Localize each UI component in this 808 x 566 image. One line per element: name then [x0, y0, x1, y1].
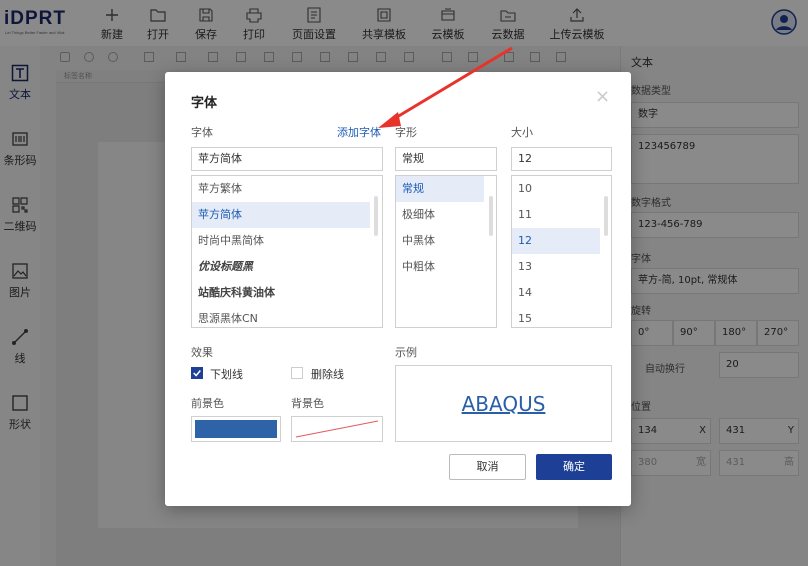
- background-color-picker[interactable]: [291, 416, 383, 442]
- preview-text: ABAQUS: [461, 392, 546, 416]
- size-list-scrollbar[interactable]: [604, 196, 608, 236]
- list-item[interactable]: 常规: [396, 176, 484, 202]
- list-item[interactable]: 苹方繁体: [192, 176, 370, 202]
- font-size-input[interactable]: 12: [511, 147, 612, 171]
- style-column-label: 字形: [395, 126, 417, 139]
- list-item[interactable]: 苹方简体: [192, 202, 370, 228]
- foreground-color-label: 前景色: [191, 397, 224, 410]
- strikeout-checkbox[interactable]: [291, 367, 303, 379]
- no-color-icon: [295, 420, 379, 438]
- background-color-label: 背景色: [291, 397, 324, 410]
- list-item[interactable]: 12: [512, 228, 600, 254]
- cancel-button[interactable]: 取消: [449, 454, 526, 480]
- font-style-input[interactable]: 常规: [395, 147, 497, 171]
- list-item[interactable]: 中粗体: [396, 254, 484, 280]
- list-item[interactable]: 13: [512, 254, 600, 280]
- font-name-list[interactable]: 苹方繁体 苹方简体 时尚中黑简体 优设标题黑 站酷庆科黄油体 思源黑体CN: [191, 175, 383, 328]
- font-list-scrollbar[interactable]: [374, 196, 378, 236]
- add-font-link[interactable]: 添加字体: [337, 124, 381, 140]
- list-item[interactable]: 思源黑体CN: [192, 306, 370, 327]
- close-icon[interactable]: ×: [595, 88, 610, 106]
- list-item[interactable]: 极细体: [396, 202, 484, 228]
- check-icon: [193, 370, 201, 377]
- list-item[interactable]: 14: [512, 280, 600, 306]
- list-item[interactable]: 15: [512, 306, 600, 327]
- list-item[interactable]: 10: [512, 176, 600, 202]
- effects-label: 效果: [191, 346, 213, 359]
- underline-label: 下划线: [210, 368, 243, 381]
- font-style-list[interactable]: 常规 极细体 中黑体 中粗体: [395, 175, 497, 328]
- list-item[interactable]: 中黑体: [396, 228, 484, 254]
- dialog-title: 字体: [191, 96, 218, 111]
- foreground-color-fill: [195, 420, 277, 438]
- list-item[interactable]: 11: [512, 202, 600, 228]
- ok-button[interactable]: 确定: [536, 454, 612, 480]
- font-preview: ABAQUS: [395, 365, 612, 442]
- list-item[interactable]: 站酷庆科黄油体: [192, 280, 370, 306]
- strikeout-label: 删除线: [311, 368, 344, 381]
- list-item[interactable]: 优设标题黑: [192, 254, 370, 280]
- foreground-color-picker[interactable]: [191, 416, 281, 442]
- list-item[interactable]: 时尚中黑简体: [192, 228, 370, 254]
- font-dialog: 字体 × 字体 添加字体 字形 大小 苹方简体 常规 12 苹方繁体 苹方简体 …: [165, 72, 631, 506]
- font-column-label: 字体: [191, 126, 213, 139]
- underline-checkbox[interactable]: [191, 367, 203, 379]
- style-list-scrollbar[interactable]: [489, 196, 493, 236]
- preview-label: 示例: [395, 346, 417, 359]
- size-column-label: 大小: [511, 126, 533, 139]
- font-size-list[interactable]: 10 11 12 13 14 15: [511, 175, 612, 328]
- font-name-input[interactable]: 苹方简体: [191, 147, 383, 171]
